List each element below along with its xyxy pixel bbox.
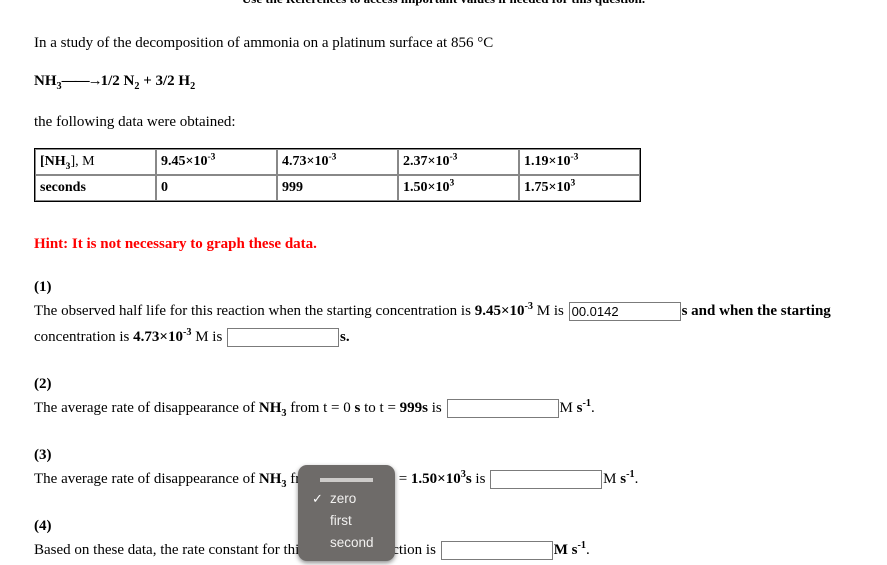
q3-period: . <box>634 471 639 487</box>
label-post: ], M <box>70 153 95 169</box>
q1-answer-input-1[interactable] <box>568 302 681 322</box>
hint-text: Hint: It is not necessary to graph these… <box>34 236 317 252</box>
q2-answer-input[interactable] <box>446 399 559 419</box>
cell-mantissa: 999 <box>282 179 303 195</box>
references-header-text: Use the References to access important v… <box>0 0 887 7</box>
data-intro-sentence: the following data were obtained: <box>34 114 236 130</box>
cell-exponent: -3 <box>207 151 216 162</box>
q1-text-2: M is <box>533 303 568 319</box>
q1-text-4: concentration is <box>34 329 134 345</box>
dropdown-option-zero[interactable]: ✓ zero <box>298 488 395 510</box>
q3-unit-exp: -1 <box>626 469 635 480</box>
experimental-data-table: [NH3], M 9.45×10-3 4.73×10-3 2.37×10-3 1… <box>34 148 641 202</box>
cell-time-3: 1.50×103 <box>398 175 519 201</box>
cell-mantissa: 1.75×10 <box>524 179 571 195</box>
cell-time-2: 999 <box>277 175 398 201</box>
cell-time-1: 0 <box>156 175 277 201</box>
q2-unit-molar: M <box>559 400 577 416</box>
question-3-body: The average rate of disappearance of NH3… <box>34 466 854 492</box>
q4-unit-molar: M <box>553 542 572 558</box>
q4-unit-exp: -1 <box>577 540 586 551</box>
cell-time-4: 1.75×103 <box>519 175 640 201</box>
cell-exponent: 3 <box>570 177 576 188</box>
dropdown-option-blank[interactable] <box>298 471 395 488</box>
row-label-concentration: [NH3], M <box>35 149 156 175</box>
cell-conc-2: 4.73×10-3 <box>277 149 398 175</box>
dropdown-blank-dash-icon <box>320 478 373 482</box>
order-dropdown-popup[interactable]: ✓ zero first second <box>298 465 395 561</box>
dropdown-option-second-label: second <box>330 535 374 550</box>
cell-mantissa: 1.19×10 <box>524 153 571 169</box>
q3-unit-molar: M <box>603 471 621 487</box>
cell-exponent: -3 <box>328 151 337 162</box>
q4-text-1: Based on these data, the rate constant f… <box>34 542 309 558</box>
cell-mantissa: 4.73×10 <box>282 153 329 169</box>
q2-species: NH <box>258 400 282 416</box>
reaction-arrow-icon: ——→ <box>61 73 103 89</box>
cell-exponent: -3 <box>570 151 579 162</box>
label-pre: [NH <box>40 153 66 169</box>
q1-answer-input-2[interactable] <box>227 328 340 348</box>
q1-text-5: M is <box>191 329 227 345</box>
q1-text-3: s and when the starting <box>681 303 831 319</box>
checkmark-icon: ✓ <box>312 491 323 506</box>
q2-period: . <box>590 400 595 416</box>
cell-conc-1: 9.45×10-3 <box>156 149 277 175</box>
dropdown-option-zero-label: zero <box>330 491 357 506</box>
equation-reactant: NH <box>34 73 57 89</box>
q1-text-1: The observed half life for this reaction… <box>34 303 475 319</box>
q1-concentration-2: 4.73×10 <box>133 329 183 345</box>
cell-mantissa: 0 <box>161 179 168 195</box>
q4-period: . <box>585 542 590 558</box>
q1-unit-seconds: s. <box>340 329 350 345</box>
q2-text-2: from t = 0 <box>286 400 355 416</box>
cell-mantissa: 2.37×10 <box>403 153 450 169</box>
q2-unit-exp: -1 <box>582 398 591 409</box>
intro-sentence: In a study of the decomposition of ammon… <box>34 35 494 51</box>
q1-concentration-1-exp: -3 <box>524 301 534 312</box>
equation-product-n: 1/2 N <box>100 73 135 89</box>
q1-concentration-1: 9.45×10 <box>474 303 525 319</box>
worksheet-content: In a study of the decomposition of ammon… <box>34 33 854 563</box>
q2-time-value: 999 <box>399 400 423 416</box>
cell-conc-4: 1.19×10-3 <box>519 149 640 175</box>
q3-species: NH <box>258 471 282 487</box>
q2-text-3: to t = <box>360 400 400 416</box>
dropdown-option-first[interactable]: first <box>298 510 395 532</box>
question-4-body: Based on these data, the rate constant f… <box>34 537 854 563</box>
q3-text-4: is <box>471 471 490 487</box>
q3-answer-input[interactable] <box>490 470 603 490</box>
q2-text-4: is <box>428 400 446 416</box>
q2-text-1: The average rate of disappearance of <box>34 400 259 416</box>
q3-text-1: The average rate of disappearance of <box>34 471 259 487</box>
cell-mantissa: 1.50×10 <box>403 179 450 195</box>
dropdown-option-first-label: first <box>330 513 352 528</box>
row-label-seconds: seconds <box>35 175 156 201</box>
cell-mantissa: 9.45×10 <box>161 153 208 169</box>
equation-product-h: + 3/2 H <box>139 73 191 89</box>
table-row: [NH3], M 9.45×10-3 4.73×10-3 2.37×10-3 1… <box>35 149 640 175</box>
chemical-equation: NH3——→1/2 N2 + 3/2 H2 <box>34 73 854 92</box>
question-1-number: (1) <box>34 279 52 295</box>
equation-h-subscript: 2 <box>190 81 196 92</box>
q4-answer-input[interactable] <box>440 541 553 561</box>
question-3-number: (3) <box>34 447 52 463</box>
cell-exponent: 3 <box>449 177 455 188</box>
cell-exponent: -3 <box>449 151 458 162</box>
question-2-body: The average rate of disappearance of NH3… <box>34 395 854 421</box>
question-2-number: (2) <box>34 376 52 392</box>
dropdown-option-second[interactable]: second <box>298 532 395 554</box>
cell-conc-3: 2.37×10-3 <box>398 149 519 175</box>
question-1-body: The observed half life for this reaction… <box>34 298 854 350</box>
question-4-number: (4) <box>34 518 52 534</box>
q3-time-to: 1.50×10 <box>410 471 461 487</box>
table-row: seconds 0 999 1.50×103 1.75×103 <box>35 175 640 201</box>
